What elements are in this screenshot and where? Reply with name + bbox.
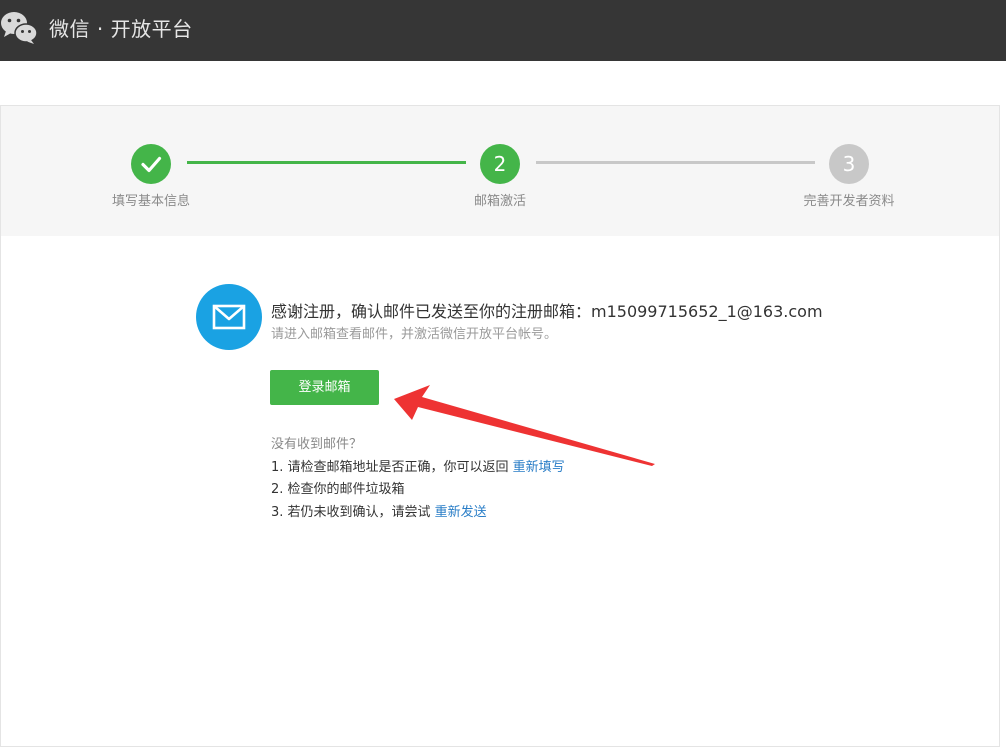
help-item-3-text: 3. 若仍未收到确认，请尝试	[271, 504, 435, 520]
step-connector-pending	[536, 161, 815, 164]
check-icon	[141, 156, 162, 173]
resend-link[interactable]: 重新发送	[435, 505, 487, 520]
envelope-icon	[212, 304, 246, 330]
step-1-circle	[131, 144, 171, 184]
step-3-label: 完善开发者资料	[803, 194, 895, 209]
step-connector-done	[187, 161, 466, 164]
confirmation-subline: 请进入邮箱查看邮件，并激活微信开放平台帐号。	[271, 327, 558, 342]
mail-badge	[196, 284, 262, 350]
help-item-2: 2. 检查你的邮件垃圾箱	[271, 482, 405, 497]
annotation-arrow	[394, 385, 655, 466]
help-item-3: 3. 若仍未收到确认，请尝试 重新发送	[271, 502, 565, 525]
step-3-circle: 3	[829, 144, 869, 184]
confirmation-headline: 感谢注册，确认邮件已发送至你的注册邮箱：m15099715652_1@163.c…	[271, 302, 823, 321]
brand-title[interactable]: 微信 · 开放平台	[49, 15, 193, 43]
top-bar: 微信 · 开放平台	[0, 0, 1006, 61]
step-1-label: 填写基本信息	[111, 194, 190, 209]
login-mailbox-button[interactable]: 登录邮箱	[270, 370, 379, 405]
step-2-circle: 2	[480, 144, 520, 184]
step-2-label: 邮箱激活	[473, 194, 526, 209]
wechat-logo-icon[interactable]	[0, 10, 38, 46]
step-progress: 填写基本信息 2 邮箱激活 3 完善开发者资料	[1, 106, 999, 236]
